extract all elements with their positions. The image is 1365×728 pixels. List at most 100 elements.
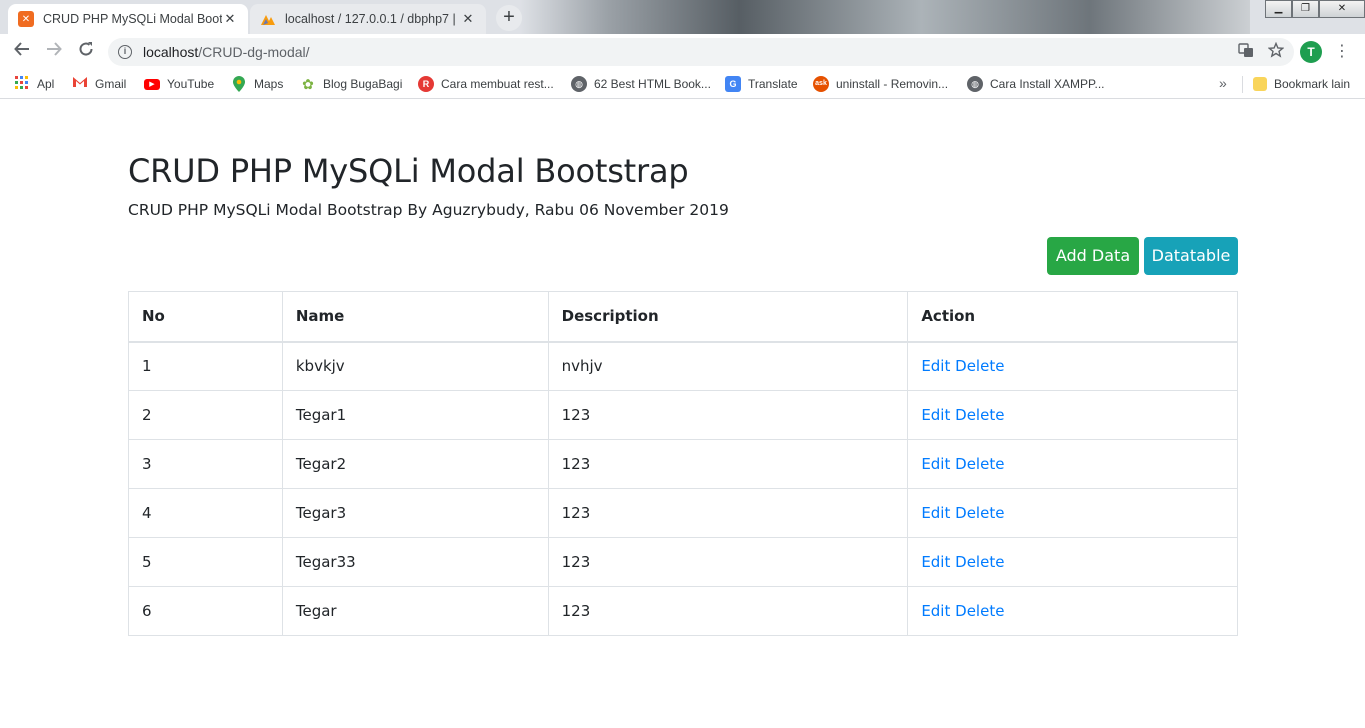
page-subtitle: CRUD PHP MySQLi Modal Bootstrap By Aguzr… — [128, 201, 729, 219]
edit-link[interactable]: Edit — [921, 504, 950, 522]
column-header-no: No — [128, 291, 283, 343]
new-tab-button[interactable]: + — [496, 5, 522, 31]
back-icon[interactable] — [10, 40, 34, 64]
cell-name: Tegar2 — [281, 439, 549, 489]
bookmark-apl[interactable]: Apl — [14, 75, 54, 93]
close-tab-icon[interactable]: ✕ — [460, 11, 476, 27]
url-path: /CRUD-dg-modal/ — [198, 44, 310, 60]
profile-avatar[interactable]: T — [1300, 41, 1322, 63]
ask-icon: ask — [813, 76, 829, 92]
delete-link[interactable]: Delete — [955, 553, 1004, 571]
table-row: 4 Tegar3 123 Edit Delete — [128, 488, 1238, 538]
folder-icon — [1253, 77, 1267, 91]
page-viewport: CRUD PHP MySQLi Modal Bootstrap CRUD PHP… — [0, 100, 1365, 728]
youtube-icon: ▶ — [144, 78, 160, 90]
url-host: localhost — [143, 44, 199, 60]
window-close-icon[interactable]: ✕ — [1319, 0, 1365, 18]
cell-no: 1 — [128, 341, 283, 391]
translate-page-icon[interactable] — [1238, 42, 1254, 62]
bookmark-label: Maps — [254, 77, 284, 91]
bookmarks-bar: Apl Gmail ▶ YouTube Maps ✿ Blog BugaBagi… — [0, 70, 1365, 99]
bookmark-label: Cara membuat rest... — [441, 77, 554, 91]
cell-action: Edit Delete — [907, 488, 1238, 538]
bookmark-other[interactable]: Bookmark lain — [1253, 75, 1350, 93]
reload-icon[interactable] — [74, 40, 98, 64]
globe-icon: ◍ — [967, 76, 983, 92]
bookmark-label: Gmail — [95, 77, 127, 91]
delete-link[interactable]: Delete — [955, 406, 1004, 424]
cell-description: 123 — [547, 439, 909, 489]
table-row: 3 Tegar2 123 Edit Delete — [128, 439, 1238, 489]
edit-link[interactable]: Edit — [921, 553, 950, 571]
tabstrip-background — [520, 0, 1250, 34]
phpmyadmin-icon — [260, 11, 276, 27]
bookmark-uninstall[interactable]: ask uninstall - Removin... — [813, 75, 948, 93]
cell-no: 2 — [128, 390, 283, 440]
bookmark-label: YouTube — [167, 77, 215, 91]
cell-description: 123 — [547, 488, 909, 538]
datatable-button[interactable]: Datatable — [1144, 237, 1238, 275]
bookmark-label: uninstall - Removin... — [836, 77, 949, 91]
cell-no: 5 — [128, 537, 283, 587]
site-info-icon[interactable]: i — [118, 45, 132, 59]
globe-icon: ◍ — [571, 76, 587, 92]
bookmarks-divider — [1242, 76, 1243, 93]
data-table: No Name Description Action 1 kbvkjv nvhj… — [128, 291, 1238, 636]
column-header-description: Description — [547, 291, 909, 343]
cell-action: Edit Delete — [907, 537, 1238, 587]
address-bar[interactable]: i localhost/CRUD-dg-modal/ — [108, 38, 1294, 66]
bookmark-label: Bookmark lain — [1274, 77, 1351, 91]
table-header-row: No Name Description Action — [128, 291, 1238, 343]
edit-link[interactable]: Edit — [921, 406, 950, 424]
edit-link[interactable]: Edit — [921, 357, 950, 375]
cell-description: 123 — [547, 586, 909, 636]
minimize-icon[interactable]: ▁ — [1265, 0, 1292, 18]
column-header-action: Action — [907, 291, 1238, 343]
delete-link[interactable]: Delete — [955, 504, 1004, 522]
bookmark-maps[interactable]: Maps — [231, 75, 283, 93]
cell-name: Tegar33 — [281, 537, 549, 587]
bookmark-gmail[interactable]: Gmail — [72, 75, 126, 93]
bookmark-cara-install-xampp[interactable]: ◍ Cara Install XAMPP... — [967, 75, 1105, 93]
maps-icon — [231, 76, 247, 92]
cell-name: kbvkjv — [281, 341, 549, 391]
bookmark-translate[interactable]: G Translate — [725, 75, 798, 93]
bookmarks-overflow-icon[interactable]: » — [1219, 75, 1227, 91]
cell-action: Edit Delete — [907, 390, 1238, 440]
url-text[interactable]: localhost/CRUD-dg-modal/ — [143, 44, 310, 60]
tab-phpmyadmin[interactable]: localhost / 127.0.0.1 / dbphp7 | p ✕ — [250, 4, 486, 34]
cell-description: nvhjv — [547, 341, 909, 391]
window-controls: ▁ ❐ ✕ — [1265, 0, 1365, 18]
bookmark-label: Cara Install XAMPP... — [990, 77, 1105, 91]
table-row: 1 kbvkjv nvhjv Edit Delete — [128, 341, 1238, 391]
bookmark-cara-membuat[interactable]: R Cara membuat rest... — [418, 75, 554, 93]
cell-name: Tegar1 — [281, 390, 549, 440]
cell-action: Edit Delete — [907, 586, 1238, 636]
r-icon: R — [418, 76, 434, 92]
delete-link[interactable]: Delete — [955, 602, 1004, 620]
add-data-button[interactable]: Add Data — [1047, 237, 1139, 275]
bookmark-youtube[interactable]: ▶ YouTube — [144, 75, 214, 93]
bookmark-star-icon[interactable] — [1267, 41, 1285, 62]
edit-link[interactable]: Edit — [921, 455, 950, 473]
restore-icon[interactable]: ❐ — [1292, 0, 1319, 18]
tab-crud-php[interactable]: ✕ CRUD PHP MySQLi Modal Bootst ✕ — [8, 4, 248, 34]
edit-link[interactable]: Edit — [921, 602, 950, 620]
column-header-name: Name — [281, 291, 549, 343]
close-tab-icon[interactable]: ✕ — [222, 11, 238, 27]
browser-toolbar: i localhost/CRUD-dg-modal/ T ⋮ — [0, 34, 1365, 70]
bookmark-label: Blog BugaBagi — [323, 77, 403, 91]
forward-icon[interactable] — [42, 40, 66, 64]
bookmark-label: 62 Best HTML Book... — [594, 77, 711, 91]
blog-icon: ✿ — [302, 76, 314, 92]
cell-description: 123 — [547, 537, 909, 587]
browser-menu-icon[interactable]: ⋮ — [1334, 40, 1350, 64]
tab-strip: ✕ CRUD PHP MySQLi Modal Bootst ✕ localho… — [0, 0, 1365, 34]
bookmark-label: Apl — [37, 77, 55, 91]
bookmark-html-books[interactable]: ◍ 62 Best HTML Book... — [571, 75, 711, 93]
table-row: 5 Tegar33 123 Edit Delete — [128, 537, 1238, 587]
delete-link[interactable]: Delete — [955, 357, 1004, 375]
cell-no: 4 — [128, 488, 283, 538]
delete-link[interactable]: Delete — [955, 455, 1004, 473]
bookmark-blog-bugabagi[interactable]: ✿ Blog BugaBagi — [300, 75, 402, 93]
